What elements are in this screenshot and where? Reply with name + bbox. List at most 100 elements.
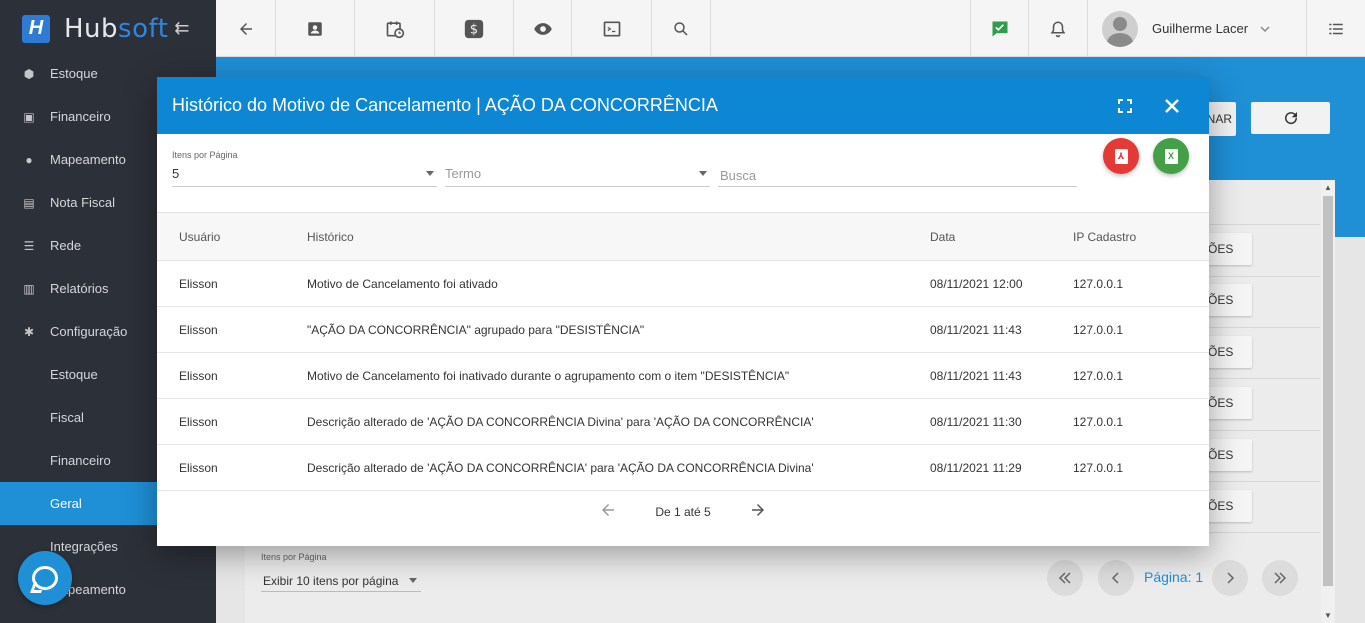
sidebar-item-label: Rede <box>50 238 82 253</box>
sidebar-item-label: Configuração <box>50 324 128 339</box>
avatar <box>1102 10 1138 47</box>
modal-pager: De 1 até 5 <box>157 500 1209 524</box>
fullscreen-button[interactable] <box>1110 91 1140 121</box>
cell-data: 08/11/2021 11:29 <box>930 444 1073 491</box>
scroll-down-icon[interactable]: ▼ <box>1321 611 1335 620</box>
chat-button[interactable] <box>18 551 72 605</box>
contacts-button[interactable] <box>276 0 355 57</box>
first-page-button[interactable] <box>1047 560 1083 596</box>
file-icon: ▤ <box>23 195 35 210</box>
sidebar-subitem-label: Integrações <box>50 539 118 554</box>
close-button[interactable] <box>1157 91 1187 121</box>
caret-down-icon <box>409 578 417 583</box>
table-row: Elisson Motivo de Cancelamento foi inati… <box>157 352 1209 399</box>
refresh-button[interactable] <box>1251 102 1330 134</box>
terminal-button[interactable] <box>572 0 652 57</box>
money-icon: ▣ <box>23 109 35 124</box>
prev-page-button[interactable] <box>1098 560 1134 596</box>
column-header-data[interactable]: Data <box>930 212 1073 261</box>
brand-name-b: soft <box>118 13 169 44</box>
brand-name: Hubsoft <box>64 14 168 44</box>
table-header-row: Usuário Histórico Data IP Cadastro <box>157 212 1209 261</box>
cell-usuario: Elisson <box>157 444 307 491</box>
pager-range: De 1 até 5 <box>655 505 711 519</box>
scrollbar-thumb[interactable] <box>1323 196 1333 586</box>
view-button[interactable] <box>514 0 572 57</box>
cell-ip: 127.0.0.1 <box>1073 398 1209 445</box>
history-table: Usuário Histórico Data IP Cadastro Eliss… <box>157 212 1209 491</box>
search-button[interactable] <box>652 0 711 57</box>
sidebar-item-label: Nota Fiscal <box>50 195 116 210</box>
user-name: Guilherme Lacer <box>1152 21 1249 36</box>
row-divider <box>1200 378 1320 379</box>
svg-text:$: $ <box>470 22 478 37</box>
gear-icon: ✱ <box>23 324 35 339</box>
user-menu[interactable]: Guilherme Lacer <box>1087 0 1307 57</box>
back-button[interactable] <box>216 0 276 57</box>
per-page-value: 5 <box>172 166 180 181</box>
scroll-up-icon[interactable]: ▲ <box>1321 183 1335 192</box>
collapse-menu-icon[interactable]: ⇇ <box>174 18 189 39</box>
cell-usuario: Elisson <box>157 398 307 445</box>
cell-ip: 127.0.0.1 <box>1073 352 1209 399</box>
modal-header: Histórico do Motivo de Cancelamento | AÇ… <box>157 77 1209 134</box>
server-icon: ☰ <box>23 238 35 253</box>
sidebar-item-label: Financeiro <box>50 109 111 124</box>
billing-button[interactable]: $ <box>435 0 514 57</box>
topbar-right: Guilherme Lacer <box>970 0 1365 57</box>
tasks-button[interactable] <box>970 0 1028 57</box>
dollar-icon: $ <box>464 19 484 38</box>
export-excel-button[interactable]: X <box>1153 138 1189 174</box>
close-icon <box>1165 98 1179 113</box>
next-page-button[interactable] <box>1212 560 1248 596</box>
modal-title: Histórico do Motivo de Cancelamento | AÇ… <box>172 95 718 115</box>
prev-page-button[interactable] <box>599 501 617 523</box>
column-header-ip[interactable]: IP Cadastro <box>1073 212 1209 261</box>
calendar-clock-icon <box>386 21 404 38</box>
row-divider <box>1200 481 1320 482</box>
contact-card-icon <box>308 21 322 36</box>
table-row: Elisson Descrição alterado de 'AÇÃO DA C… <box>157 444 1209 491</box>
search-icon <box>674 21 688 36</box>
terminal-icon <box>603 21 620 36</box>
caret-down-icon <box>426 171 434 176</box>
table-row: Elisson Descrição alterado de 'AÇÃO DA C… <box>157 398 1209 445</box>
last-page-button[interactable] <box>1262 560 1298 596</box>
row-divider <box>1200 430 1320 431</box>
cell-usuario: Elisson <box>157 352 307 399</box>
schedule-button[interactable] <box>355 0 435 57</box>
term-select[interactable]: Termo <box>445 161 710 187</box>
search-input[interactable]: Busca <box>718 165 1077 187</box>
chevron-left-icon <box>1111 572 1119 584</box>
scrollbar[interactable]: ▲ ▼ <box>1321 180 1335 623</box>
per-page-select[interactable]: Exibir 10 itens por página <box>261 570 421 592</box>
column-header-usuario[interactable]: Usuário <box>157 212 307 261</box>
column-header-historico[interactable]: Histórico <box>307 212 930 261</box>
chat-bubble-icon <box>32 566 58 590</box>
cell-usuario: Elisson <box>157 306 307 353</box>
sidebar-item-label: Mapeamento <box>50 152 126 167</box>
sidebar-item-label: Relatórios <box>50 281 109 296</box>
per-page-select[interactable]: 5 <box>172 161 437 187</box>
cell-data: 08/11/2021 11:43 <box>930 306 1073 353</box>
menu-button[interactable] <box>1307 0 1365 57</box>
per-page-value: Exibir 10 itens por página <box>263 573 399 588</box>
term-placeholder: Termo <box>445 166 482 181</box>
cell-historico: Descrição alterado de 'AÇÃO DA CONCORRÊN… <box>307 444 930 491</box>
chevron-down-icon <box>1260 25 1270 32</box>
page-indicator: Página: 1 <box>1144 569 1204 585</box>
double-chevron-right-icon <box>1274 572 1287 584</box>
excel-icon: X <box>1164 148 1178 164</box>
caret-down-icon <box>699 171 707 176</box>
brand: H Hubsoft ⇇ <box>0 0 216 57</box>
notifications-button[interactable] <box>1028 0 1087 57</box>
table-row: Elisson "AÇÃO DA CONCORRÊNCIA" agrupado … <box>157 306 1209 353</box>
arrow-right-icon <box>751 504 764 516</box>
row-divider <box>1200 276 1320 277</box>
list-icon <box>1329 23 1343 34</box>
table-row: Elisson Motivo de Cancelamento foi ativa… <box>157 260 1209 307</box>
sidebar-subitem-label: Geral <box>50 496 82 511</box>
next-page-button[interactable] <box>749 501 767 523</box>
cell-ip: 127.0.0.1 <box>1073 444 1209 491</box>
export-pdf-button[interactable]: ⅄ <box>1103 138 1139 174</box>
